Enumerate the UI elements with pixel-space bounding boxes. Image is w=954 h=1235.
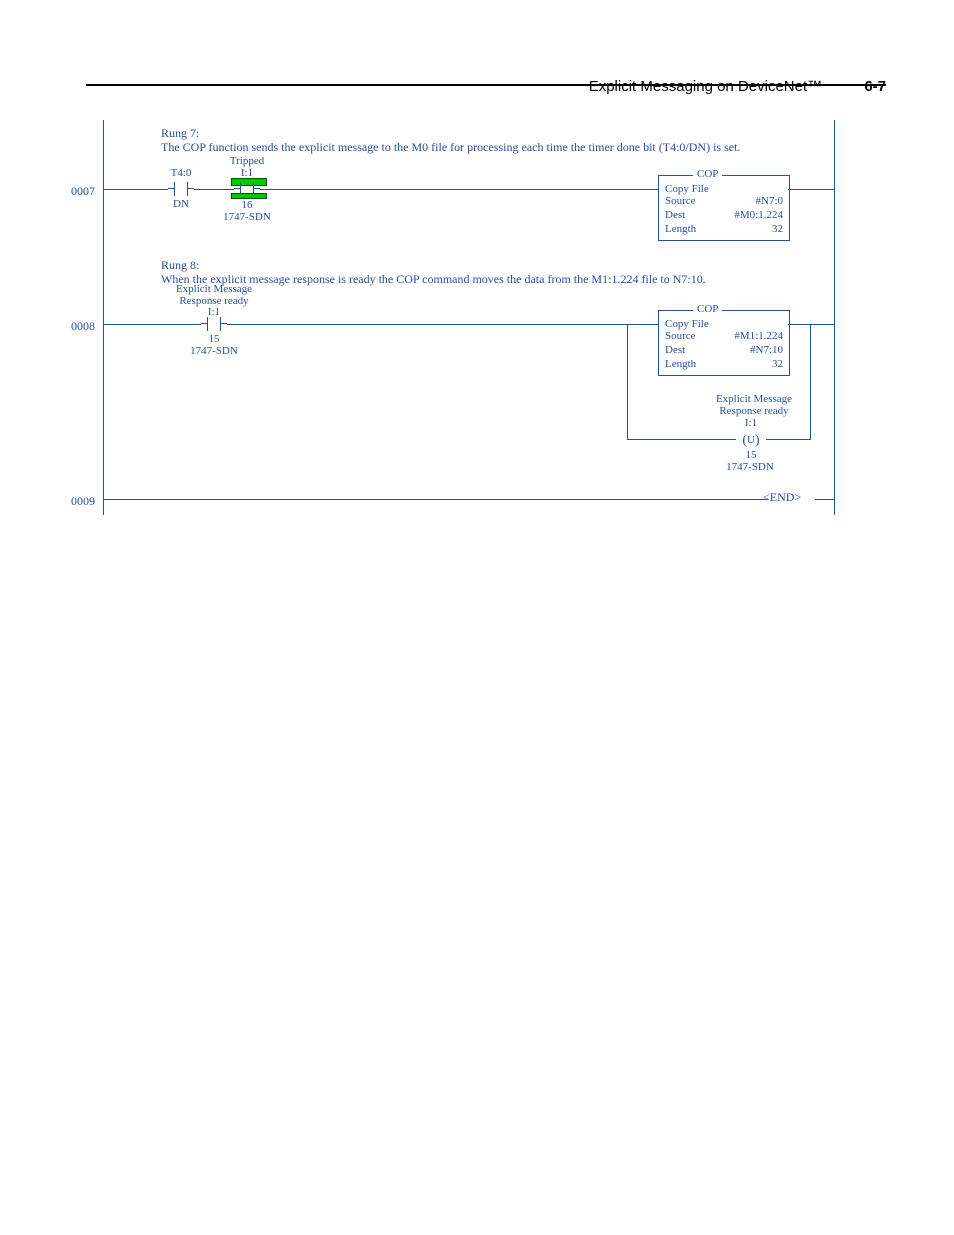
ladder-figure: Rung 7: The COP function sends the expli… [103,120,835,515]
rung7-number: 0007 [71,184,95,199]
rung7-xic1 [168,182,194,196]
rung7-rail-seg3 [260,189,658,190]
rung9-end-label: END [770,490,795,504]
rung7-cop-title-line: COP [659,169,789,181]
rung8-otu-module: 1747-SDN [717,461,783,473]
rung8-cop-length: Length32 [659,358,789,372]
header-title: Explicit Messaging on DeviceNet™ [589,78,822,95]
rung8-otu-address: I:1 [736,417,766,429]
rung7-xic2-tripped: Tripped [212,155,282,167]
rung7-xic2-bit: 16 [234,199,260,211]
rung9-end: <END> [763,490,801,505]
rung8-xic-module: 1747-SDN [181,345,247,357]
rung7-rail-seg1 [104,189,168,190]
rung8-otu-top2: Response ready [689,405,819,417]
rung8-bot-branch-seg1 [627,439,736,440]
document-page: Explicit Messaging on DeviceNet™ 6-7 Run… [0,0,954,1235]
rung8-xic-bit: 15 [201,333,227,345]
rung7-rail-seg4 [788,189,834,190]
rung8-xic-top1: Explicit Message [164,283,264,295]
rung8-number: 0008 [71,319,95,334]
rung8-cop-block: COP Copy File Source#M1:1.224 Dest#N7:10… [658,310,790,376]
rung8-cop-source: Source#M1:1.224 [659,330,789,344]
rung7-cop-source: Source#N7:0 [659,195,789,209]
rung8-rail-seg1 [104,324,201,325]
rung7-cop-length: Length32 [659,223,789,237]
rung7-xic1-address: T4:0 [168,167,194,179]
rung7-cop-block: COP Copy File Source#N7:0 Dest#M0:1.224 … [658,175,790,241]
rung7-cop-dest: Dest#M0:1.224 [659,209,789,223]
rung9-number: 0009 [71,494,95,509]
header-right: Explicit Messaging on DeviceNet™ 6-7 [589,78,886,95]
rung8-branch-right-vline [810,324,811,440]
rung9-rail-seg2 [815,499,834,500]
rung7-comment-title: Rung 7: [161,126,199,140]
rung7-comment: Rung 7: The COP function sends the expli… [161,126,801,155]
rung8-top-branch-seg2 [788,324,810,325]
rung8-otu-coil: (U) [736,431,766,449]
rung8-bot-branch-seg2 [766,439,811,440]
otu-close-paren: ) [755,433,760,448]
rung8-rail-to-right [810,324,834,325]
rung7-cop-title: COP [693,168,722,180]
rung8-branch-left-vline [627,324,628,440]
rung9-rail-seg1 [104,499,768,500]
rung8-rail-seg2 [227,324,627,325]
page-number: 6-7 [864,78,886,95]
rung8-cop-title-line: COP [659,304,789,316]
rung8-top-branch-seg [627,324,658,325]
rung7-cop-subtitle: Copy File [659,181,789,195]
rung7-xic2-module: 1747-SDN [214,211,280,223]
rung8-cop-dest: Dest#N7:10 [659,344,789,358]
rung7-rail-seg2 [194,189,234,190]
rung8-xic [201,317,227,331]
otu-letter: U [747,434,755,446]
rung7-comment-text: The COP function sends the explicit mess… [161,140,740,154]
rung8-otu-bit: 15 [736,449,766,461]
rung8-otu-top1: Explicit Message [689,393,819,405]
rung7-xic1-dn: DN [168,198,194,210]
rung8-cop-subtitle: Copy File [659,316,789,330]
page-header: Explicit Messaging on DeviceNet™ 6-7 [86,78,886,86]
rung8-comment-title: Rung 8: [161,258,199,272]
rung8-cop-title: COP [693,303,722,315]
